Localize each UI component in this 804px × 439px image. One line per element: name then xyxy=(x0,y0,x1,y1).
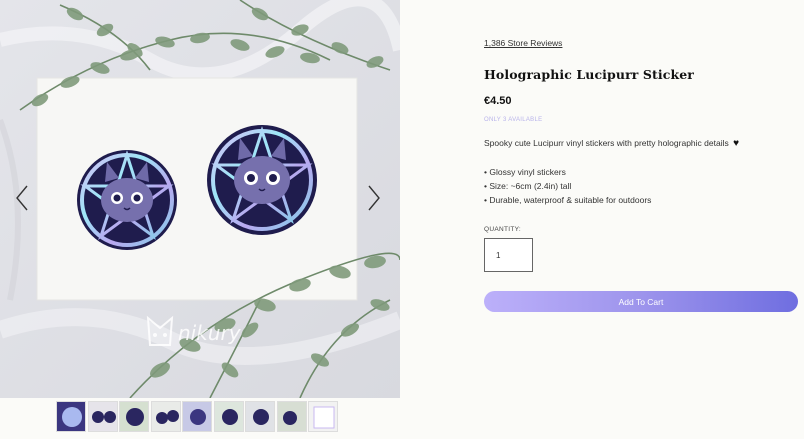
watermark-text: nikury xyxy=(178,321,242,345)
previous-image-button[interactable] xyxy=(12,182,32,214)
product-price: €4.50 xyxy=(484,95,512,107)
add-to-cart-button[interactable]: Add To Cart xyxy=(484,291,798,312)
list-item: • Durable, waterproof & suitable for out… xyxy=(484,195,652,205)
chevron-right-icon xyxy=(368,185,380,211)
thumbnail-2[interactable] xyxy=(87,401,118,432)
thumbnail-1[interactable] xyxy=(56,401,86,432)
main-product-image: nikury xyxy=(0,0,400,398)
thumbnail-8[interactable] xyxy=(276,401,307,432)
store-reviews-link[interactable]: 1,386 Store Reviews xyxy=(484,38,562,48)
chevron-left-icon xyxy=(16,185,28,211)
quantity-label: QUANTITY: xyxy=(484,226,522,233)
thumbnail-6[interactable] xyxy=(213,401,244,432)
description-text: Spooky cute Lucipurr vinyl stickers with… xyxy=(484,138,729,148)
thumbnail-strip xyxy=(56,401,338,432)
thumbnail-7[interactable] xyxy=(245,401,275,432)
thumbnail-5[interactable] xyxy=(182,401,212,432)
thumbnail-9[interactable] xyxy=(308,401,338,432)
product-title: Holographic Lucipurr Sticker xyxy=(484,67,694,82)
list-item: • Size: ~6cm (2.4in) tall xyxy=(484,181,572,191)
thumbnail-3[interactable] xyxy=(119,401,149,432)
product-description: Spooky cute Lucipurr vinyl stickers with… xyxy=(484,138,739,149)
quantity-input[interactable] xyxy=(484,238,533,272)
list-item: • Glossy vinyl stickers xyxy=(484,167,566,177)
product-gallery: nikury xyxy=(0,0,400,439)
availability-badge: ONLY 3 AVAILABLE xyxy=(484,117,543,123)
heart-icon: ♥ xyxy=(733,138,740,149)
next-image-button[interactable] xyxy=(364,182,384,214)
thumbnail-4[interactable] xyxy=(150,401,181,432)
feature-list: • Glossy vinyl stickers • Size: ~6cm (2.… xyxy=(484,165,651,207)
